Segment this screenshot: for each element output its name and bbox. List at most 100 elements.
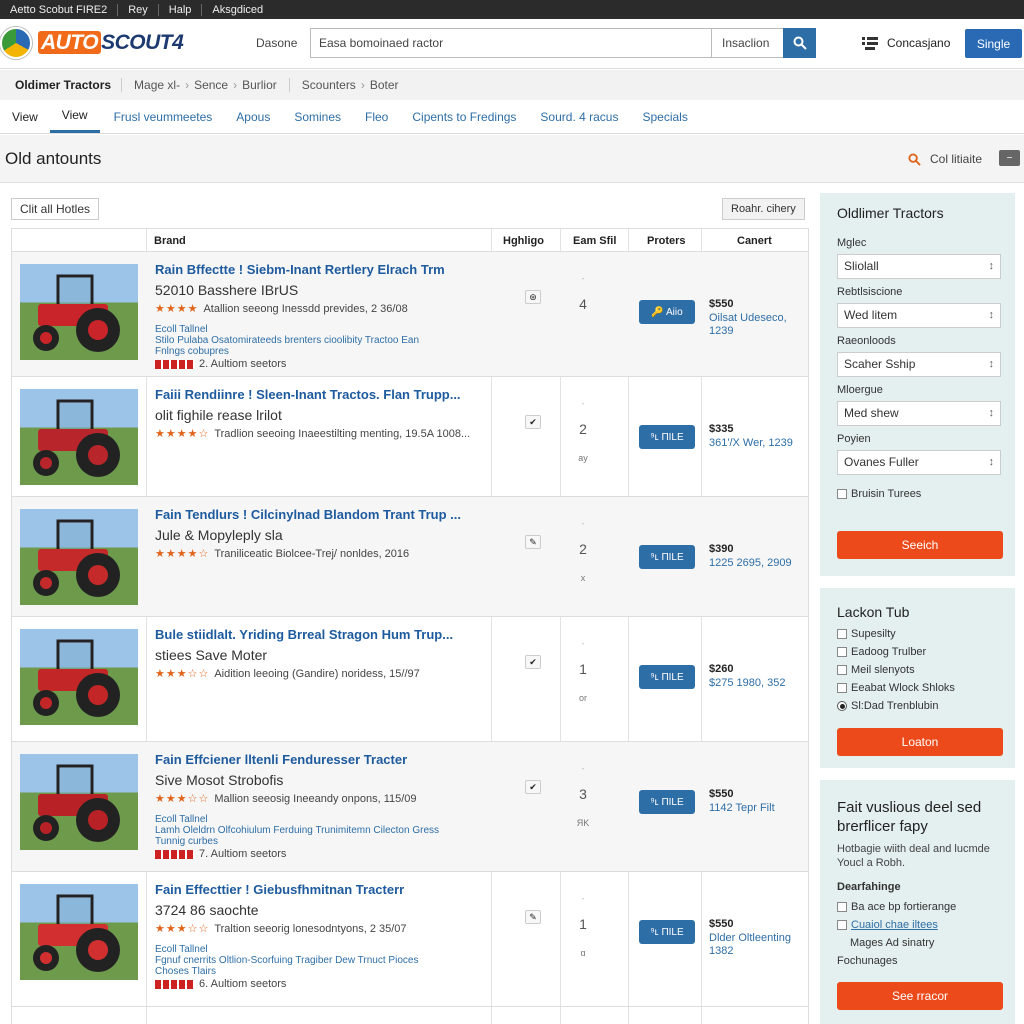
seller-label[interactable]: 2. Aultiom seetors — [199, 358, 286, 370]
collapse-button[interactable]: − — [999, 150, 1020, 166]
filter-checkbox[interactable]: Bruisin Turees — [837, 488, 921, 500]
location-option[interactable]: Meil slenyots — [837, 664, 915, 676]
col-protect[interactable]: Proters — [647, 235, 686, 247]
desc-line[interactable]: Lamh Oleldrn Olfcohiulum Ferduing Trunim… — [155, 825, 485, 836]
search-category-select[interactable]: Insaclion — [712, 28, 784, 58]
desc-line[interactable]: Fnlngs cobupres — [155, 346, 485, 357]
tab-item[interactable]: Specials — [632, 100, 697, 133]
tab-item[interactable]: Somines — [284, 100, 351, 133]
desc-line[interactable]: Ecoll Tallnel — [155, 814, 485, 825]
highlight-checkbox[interactable]: ✎ — [525, 535, 541, 549]
listing-row[interactable]: Faiii Rendiinre ! Sleen-Inant Tractos. F… — [12, 377, 808, 497]
col-state[interactable]: Eam Sfil — [573, 235, 616, 247]
promo-link[interactable]: Mages Ad sinatry — [850, 937, 934, 949]
desc-line[interactable]: Ecoll Tallnel — [155, 944, 485, 955]
breadcrumb-link[interactable]: Mage xl- — [134, 78, 180, 92]
listing-location[interactable]: $275 1980, 352 — [709, 677, 808, 690]
listing-location[interactable]: 1225 2695, 2909 — [709, 557, 808, 570]
sort-button[interactable]: Roahr. cihery — [722, 198, 805, 220]
filter-select[interactable]: Sliolall — [837, 254, 1001, 279]
tab-item[interactable]: Fleo — [355, 100, 398, 133]
promo-option[interactable]: Cuaiol chae iltees — [837, 919, 938, 931]
seller-label[interactable]: 6. Aultiom seetors — [199, 978, 286, 990]
see-more-button[interactable]: See rracor — [837, 982, 1003, 1010]
location-option[interactable]: Sl:Dad Trenblubin — [837, 700, 938, 712]
listing-location[interactable]: 1142 Tepr Filt — [709, 802, 808, 815]
search-input[interactable]: Easa bomoinaed ractor — [310, 28, 712, 58]
tractor-photo[interactable] — [20, 884, 138, 980]
menu-item[interactable]: Halp — [159, 3, 203, 16]
listing-location[interactable]: Dlder Oltleenting 1382 — [709, 932, 808, 958]
tractor-photo[interactable] — [20, 754, 138, 850]
col-highlight[interactable]: Hghligo — [503, 235, 544, 247]
desc-line[interactable]: Ecoll Tallnel — [155, 324, 485, 335]
location-option[interactable]: Eadoog Trulber — [837, 646, 926, 658]
breadcrumb-link[interactable]: Boter — [370, 78, 399, 92]
tab-view-active[interactable]: View — [49, 100, 100, 133]
filter-select[interactable]: Med shew — [837, 401, 1001, 426]
desc-line[interactable]: Choses Tlairs — [155, 966, 485, 977]
highlight-checkbox[interactable]: ✔ — [525, 415, 541, 429]
listing-row[interactable]: Rain Bffectte ! Siebm-Inant Rertlery Elr… — [12, 252, 808, 377]
seller-label[interactable]: 7. Aultiom seetors — [199, 848, 286, 860]
listing-title[interactable]: Fain Effciener lltenli Fenduresser Tract… — [155, 752, 490, 767]
protect-button[interactable]: 🔑 Aiio — [639, 300, 695, 324]
menu-item[interactable]: Rey — [118, 3, 159, 16]
highlight-checkbox[interactable]: ✎ — [525, 910, 541, 924]
listing-row[interactable]: Fain Tendlurs ! Cilcinylnad Blandom Tran… — [12, 497, 808, 617]
filter-select[interactable]: Ovanes Fuller — [837, 450, 1001, 475]
desc-line[interactable]: Fgnuf cnerrits Oltlion-Scorfuing Tragibe… — [155, 955, 485, 966]
protect-button[interactable]: ⁹ʟ ПILE — [639, 545, 695, 569]
listing-location[interactable]: 361'/X Wer, 1239 — [709, 437, 808, 450]
desc-line[interactable]: Tunnig curbes — [155, 836, 485, 847]
tab-item[interactable]: Frusl veummeetes — [104, 100, 223, 133]
protect-button[interactable]: ⁹ʟ ПILE — [639, 425, 695, 449]
protect-button[interactable]: ⁹ʟ ПILE — [639, 790, 695, 814]
menu-item[interactable]: Aetto Scobut FIRE2 — [0, 3, 119, 16]
menu-item[interactable]: Aksgdiced — [202, 4, 273, 16]
col-brand[interactable]: Brand — [154, 235, 186, 247]
tractor-photo[interactable] — [20, 264, 138, 360]
promo-option[interactable]: Ba ace bp fortierange — [837, 901, 956, 913]
tab-view[interactable]: View — [0, 100, 50, 133]
collection-link[interactable]: Col litiaite — [908, 152, 982, 166]
account-menu[interactable]: Concasjano — [862, 36, 950, 50]
col-cart[interactable]: Canert — [737, 235, 772, 247]
search-submit-button[interactable]: Seeich — [837, 531, 1003, 559]
tab-item[interactable]: Apous — [226, 100, 280, 133]
logo[interactable]: AUTO SCOUT4 — [0, 27, 184, 59]
signin-button[interactable]: Single — [965, 29, 1022, 58]
breadcrumb-link[interactable]: Scounters — [302, 78, 356, 92]
protect-button[interactable]: ⁹ʟ ПILE — [639, 920, 695, 944]
highlight-checkbox[interactable]: ✔ — [525, 655, 541, 669]
breadcrumb-link[interactable]: Burlior — [242, 78, 277, 92]
filter-select[interactable]: Wed litem — [837, 303, 1001, 328]
listing-row[interactable]: Fain Effecttier ! Giebusfhmitnan Tracter… — [12, 872, 808, 1007]
tab-item[interactable]: Cipents to Fredings — [402, 100, 526, 133]
desc-line[interactable]: Stilo Pulaba Osatomirateeds brenters cio… — [155, 335, 485, 346]
breadcrumb-root[interactable]: Oldimer Tractors — [0, 78, 123, 92]
listing-location[interactable]: Oilsat Udeseco, 1239 — [709, 312, 808, 338]
tractor-photo[interactable] — [20, 509, 138, 605]
highlight-checkbox[interactable]: ✔ — [525, 780, 541, 794]
breadcrumb-link[interactable]: Sence — [194, 78, 228, 92]
highlight-checkbox[interactable]: ⊛ — [525, 290, 541, 304]
listing-title[interactable]: Fain Effecttier ! Giebusfhmitnan Tracter… — [155, 882, 490, 897]
location-option[interactable]: Eeabat Wlock Shloks — [837, 682, 955, 694]
clear-all-button[interactable]: Clit all Hotles — [11, 198, 100, 220]
protect-button[interactable]: ⁹ʟ ПILE — [639, 665, 695, 689]
listing-title[interactable]: Rain Bffectte ! Siebm-Inant Rertlery Elr… — [155, 262, 490, 277]
listing-title[interactable]: Bule stiidlalt. Yriding Brreal Stragon H… — [155, 627, 490, 642]
search-button[interactable] — [783, 28, 816, 58]
listing-row[interactable]: Fain Effciener lltenli Fenduresser Tract… — [12, 742, 808, 872]
filter-select[interactable]: Scaher Sship — [837, 352, 1001, 377]
listing-title[interactable]: Fain Tendlurs ! Cilcinylnad Blandom Tran… — [155, 507, 490, 522]
location-option[interactable]: Supesilty — [837, 628, 896, 640]
tractor-photo[interactable] — [20, 629, 138, 725]
location-button[interactable]: Loaton — [837, 728, 1003, 756]
listing-row[interactable]: Bule stiidlalt. Yriding Brreal Stragon H… — [12, 617, 808, 742]
listing-title[interactable]: Faiii Rendiinre ! Sleen-Inant Tractos. F… — [155, 387, 490, 402]
tab-item[interactable]: Sourd. 4 racus — [530, 100, 628, 133]
promo-link[interactable]: Fochunages — [837, 955, 898, 967]
tractor-photo[interactable] — [20, 389, 138, 485]
